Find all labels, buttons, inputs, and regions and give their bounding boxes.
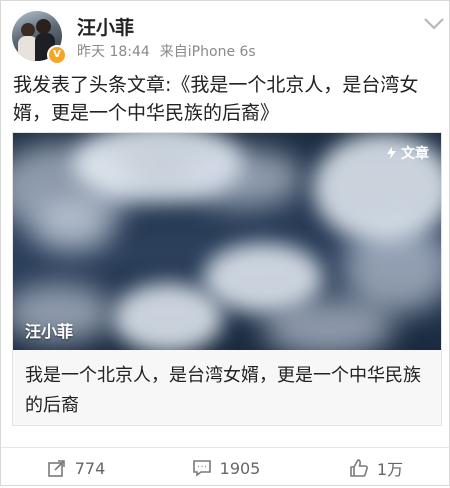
- comment-button[interactable]: 1905: [151, 448, 301, 488]
- post-text: 我发表了头条文章:《我是一个北京人，是台湾女婿，更是一个中华民族的后裔》: [13, 74, 419, 124]
- lightning-icon: [387, 147, 397, 159]
- chevron-down-icon[interactable]: [423, 17, 445, 31]
- comment-count: 1905: [219, 458, 261, 478]
- repost-count: 774: [74, 458, 106, 478]
- article-tag-label: 文章: [401, 146, 429, 162]
- article-title[interactable]: 我是一个北京人，是台湾女婿，更是一个中华民族的后裔: [25, 361, 429, 421]
- article-card[interactable]: 文章 汪小菲 我是一个北京人，是台湾女婿，更是一个中华民族的后裔: [12, 132, 442, 426]
- action-bar: 774 1905 1万: [1, 447, 450, 488]
- article-tag: 文章: [387, 143, 429, 163]
- avatar-person-head: [36, 19, 51, 34]
- post-source[interactable]: 来自iPhone 6s: [160, 44, 256, 60]
- repost-button[interactable]: 774: [1, 448, 151, 488]
- like-button[interactable]: 1万: [301, 448, 450, 488]
- weibo-post-card: V 汪小菲 昨天 18:44 来自iPhone 6s 我发表了头条文章:《我是一个…: [0, 0, 450, 486]
- repost-icon: [47, 460, 65, 477]
- username[interactable]: 汪小菲: [77, 13, 134, 40]
- post-time: 昨天 18:44: [77, 44, 150, 60]
- thumbs-up-icon: [350, 459, 368, 477]
- article-cover-image: 文章 汪小菲: [13, 133, 441, 350]
- avatar-person-head: [21, 23, 35, 37]
- verified-badge-icon: V: [47, 45, 67, 65]
- article-author: 汪小菲: [25, 322, 74, 341]
- like-count: 1万: [376, 460, 404, 479]
- comment-icon: [192, 460, 211, 477]
- post-meta: 昨天 18:44 来自iPhone 6s: [77, 41, 256, 61]
